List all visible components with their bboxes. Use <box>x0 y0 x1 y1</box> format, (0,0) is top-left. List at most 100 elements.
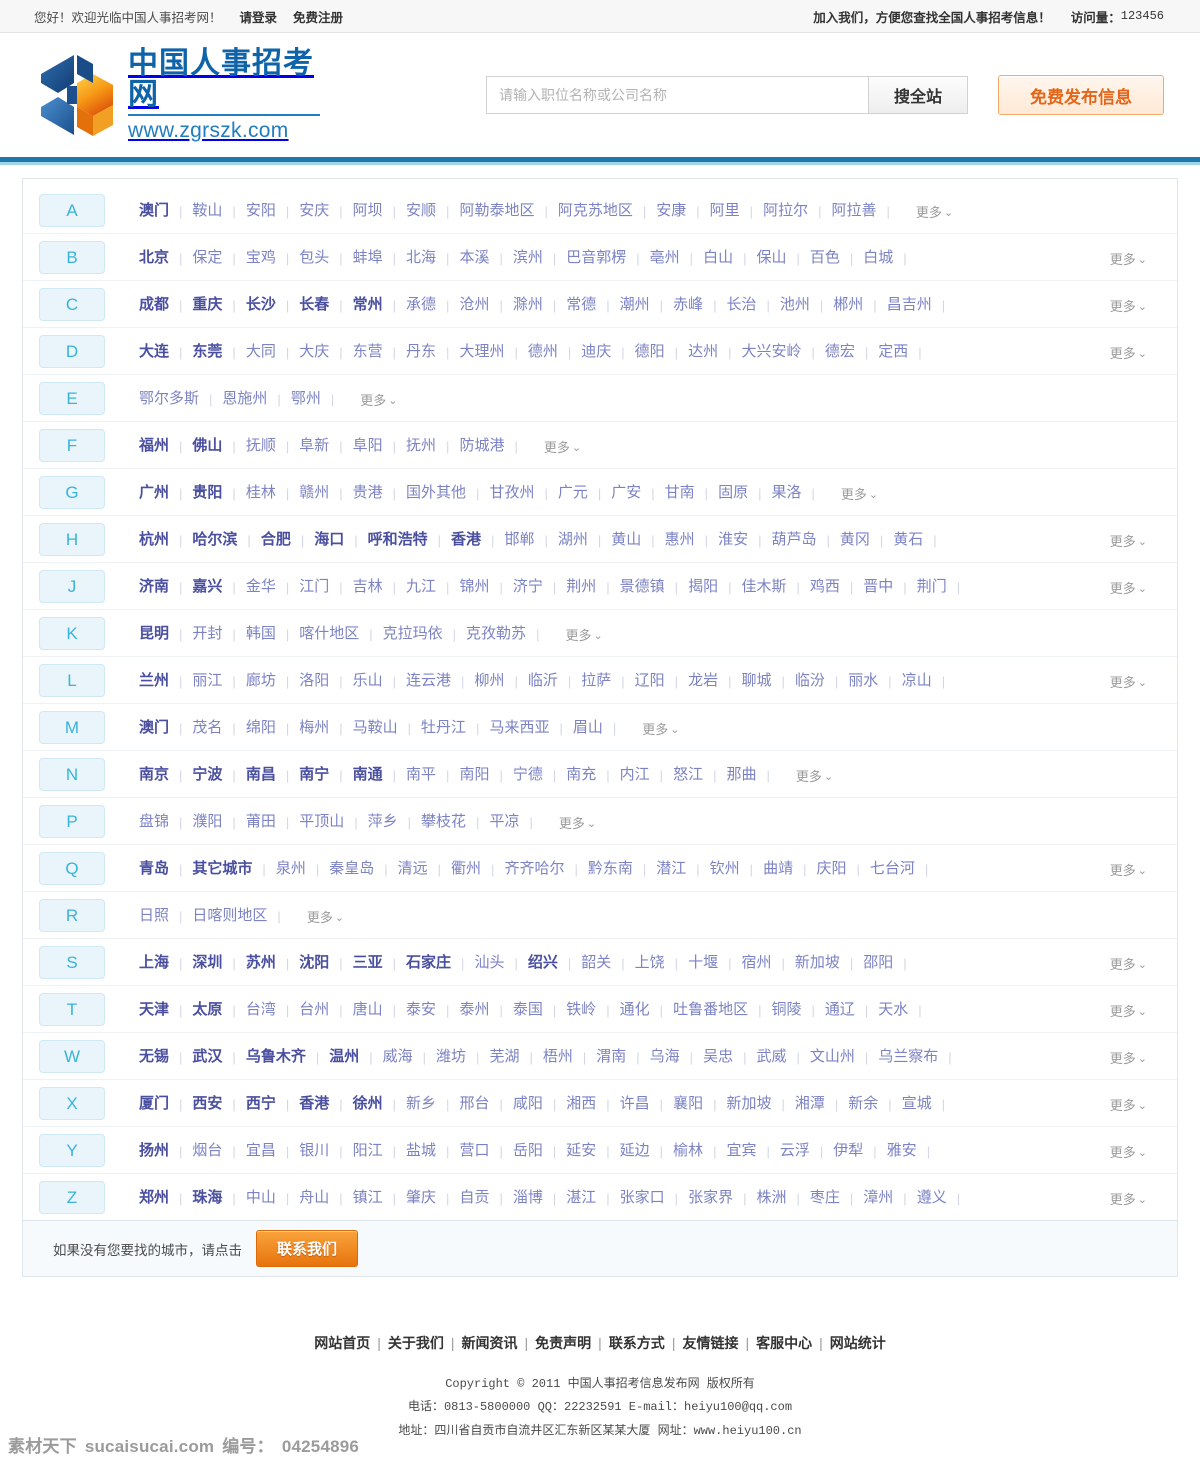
city-link[interactable]: 濮阳 <box>182 808 232 836</box>
city-link[interactable]: 梧州 <box>533 1043 583 1071</box>
city-link[interactable]: 九江 <box>396 573 446 601</box>
city-link[interactable]: 济宁 <box>503 573 553 601</box>
city-link[interactable]: 其它城市 <box>182 855 262 883</box>
city-link[interactable]: 广元 <box>548 479 598 507</box>
letter-badge-l[interactable]: L <box>39 664 105 697</box>
city-link[interactable]: 达州 <box>678 338 728 366</box>
letter-badge-x[interactable]: X <box>39 1087 105 1120</box>
city-link[interactable]: 新余 <box>838 1090 888 1118</box>
city-link[interactable]: 湘潭 <box>785 1090 835 1118</box>
city-link[interactable]: 本溪 <box>449 244 499 272</box>
city-link[interactable]: 常州 <box>343 291 393 319</box>
city-link[interactable]: 廊坊 <box>236 667 286 695</box>
city-link[interactable]: 广安 <box>601 479 651 507</box>
city-link[interactable]: 郑州 <box>129 1184 179 1212</box>
city-link[interactable]: 通辽 <box>815 996 865 1024</box>
city-link[interactable]: 聊城 <box>731 667 781 695</box>
city-link[interactable]: 北海 <box>396 244 446 272</box>
city-link[interactable]: 克孜勒苏 <box>456 620 536 648</box>
city-link[interactable]: 济南 <box>129 573 179 601</box>
city-link[interactable]: 德阳 <box>625 338 675 366</box>
city-link[interactable]: 大理州 <box>449 338 514 366</box>
city-link[interactable]: 滨州 <box>503 244 553 272</box>
city-link[interactable]: 庆阳 <box>806 855 856 883</box>
city-link[interactable]: 防城港 <box>449 432 514 460</box>
city-link[interactable]: 淮安 <box>708 526 758 554</box>
city-link[interactable]: 丽水 <box>838 667 888 695</box>
city-link[interactable]: 武威 <box>746 1043 796 1071</box>
city-link[interactable]: 黔东南 <box>578 855 643 883</box>
city-link[interactable]: 青岛 <box>129 855 179 883</box>
city-link[interactable]: 乌鲁木齐 <box>236 1043 316 1071</box>
city-link[interactable]: 昌吉州 <box>877 291 942 319</box>
city-link[interactable]: 抚顺 <box>236 432 286 460</box>
city-link[interactable]: 阿拉善 <box>821 197 886 225</box>
city-link[interactable]: 贵港 <box>343 479 393 507</box>
city-link[interactable]: 大连 <box>129 338 179 366</box>
city-link[interactable]: 威海 <box>373 1043 423 1071</box>
city-link[interactable]: 许昌 <box>610 1090 660 1118</box>
city-link[interactable]: 贵阳 <box>182 479 232 507</box>
city-link[interactable]: 萍乡 <box>358 808 408 836</box>
city-link[interactable]: 潮州 <box>610 291 660 319</box>
city-link[interactable]: 七台河 <box>860 855 925 883</box>
city-link[interactable]: 无锡 <box>129 1043 179 1071</box>
more-cities-link[interactable]: 更多 ⌄ <box>553 623 618 646</box>
city-link[interactable]: 锦州 <box>449 573 499 601</box>
city-link[interactable]: 延边 <box>610 1137 660 1165</box>
city-link[interactable]: 巴音郭楞 <box>556 244 636 272</box>
city-link[interactable]: 北京 <box>129 244 179 272</box>
city-link[interactable]: 沈阳 <box>289 949 339 977</box>
city-link[interactable]: 惠州 <box>655 526 705 554</box>
more-cities-link[interactable]: 更多 ⌄ <box>1098 858 1163 881</box>
login-link[interactable]: 请登录 <box>240 7 278 26</box>
city-link[interactable]: 成都 <box>129 291 179 319</box>
city-link[interactable]: 三亚 <box>343 949 393 977</box>
city-link[interactable]: 南京 <box>129 761 179 789</box>
city-link[interactable]: 荆州 <box>556 573 606 601</box>
city-link[interactable]: 杭州 <box>129 526 179 554</box>
city-link[interactable]: 白山 <box>693 244 743 272</box>
city-link[interactable]: 安顺 <box>396 197 446 225</box>
city-link[interactable]: 郴州 <box>823 291 873 319</box>
letter-badge-z[interactable]: Z <box>39 1181 105 1214</box>
city-link[interactable]: 扬州 <box>129 1137 179 1165</box>
city-link[interactable]: 佛山 <box>182 432 232 460</box>
city-link[interactable]: 连云港 <box>396 667 461 695</box>
footer-nav-link[interactable]: 关于我们 <box>381 1335 451 1351</box>
letter-badge-g[interactable]: G <box>39 476 105 509</box>
city-link[interactable]: 内江 <box>610 761 660 789</box>
city-link[interactable]: 汕头 <box>464 949 514 977</box>
letter-badge-f[interactable]: F <box>39 429 105 462</box>
city-link[interactable]: 平凉 <box>479 808 529 836</box>
letter-badge-w[interactable]: W <box>39 1040 105 1073</box>
letter-badge-k[interactable]: K <box>39 617 105 650</box>
city-link[interactable]: 深圳 <box>182 949 232 977</box>
city-link[interactable]: 自贡 <box>449 1184 499 1212</box>
city-link[interactable]: 白城 <box>853 244 903 272</box>
more-cities-link[interactable]: 更多 ⌄ <box>1098 294 1163 317</box>
city-link[interactable]: 丽江 <box>182 667 232 695</box>
city-link[interactable]: 洛阳 <box>289 667 339 695</box>
city-link[interactable]: 天津 <box>129 996 179 1024</box>
more-cities-link[interactable]: 更多 ⌄ <box>1098 670 1163 693</box>
letter-badge-r[interactable]: R <box>39 899 105 932</box>
more-cities-link[interactable]: 更多 ⌄ <box>1098 999 1163 1022</box>
search-all-site-button[interactable]: 搜全站 <box>868 76 968 114</box>
letter-badge-c[interactable]: C <box>39 288 105 321</box>
city-link[interactable]: 文山州 <box>800 1043 865 1071</box>
city-link[interactable]: 吐鲁番地区 <box>663 996 758 1024</box>
city-link[interactable]: 莆田 <box>236 808 286 836</box>
city-link[interactable]: 开封 <box>182 620 232 648</box>
city-link[interactable]: 葫芦岛 <box>761 526 826 554</box>
city-link[interactable]: 怒江 <box>663 761 713 789</box>
city-link[interactable]: 阿里 <box>700 197 750 225</box>
city-link[interactable]: 辽阳 <box>625 667 675 695</box>
city-link[interactable]: 南平 <box>396 761 446 789</box>
footer-nav-link[interactable]: 友情链接 <box>675 1335 745 1351</box>
city-link[interactable]: 南充 <box>556 761 606 789</box>
city-link[interactable]: 茂名 <box>182 714 232 742</box>
city-link[interactable]: 阜阳 <box>343 432 393 460</box>
city-link[interactable]: 澳门 <box>129 197 179 225</box>
city-link[interactable]: 泰安 <box>396 996 446 1024</box>
